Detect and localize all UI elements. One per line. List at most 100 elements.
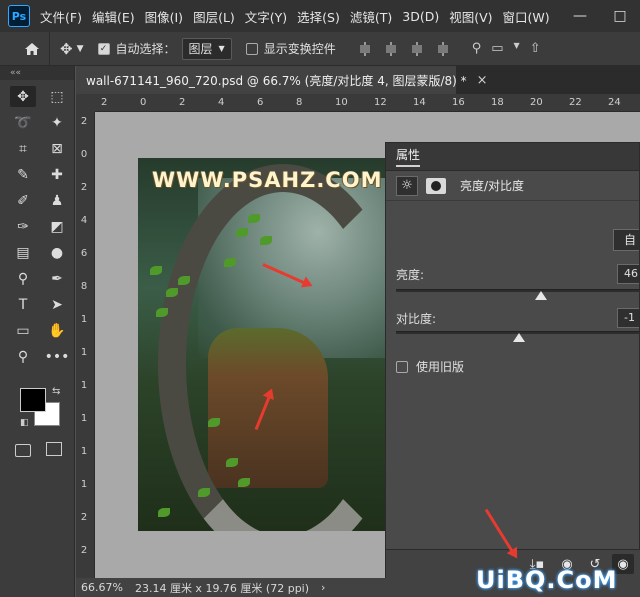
stone-arch bbox=[158, 164, 385, 531]
menu-edit[interactable]: 编辑(E) bbox=[92, 7, 135, 26]
menu-layer[interactable]: 图层(L) bbox=[193, 7, 235, 26]
document-tab[interactable]: wall-671141_960_720.psd @ 66.7% (亮度/对比度 … bbox=[76, 66, 488, 94]
screen-mode-icon[interactable] bbox=[46, 442, 62, 456]
search-icon[interactable]: ⚲ bbox=[472, 41, 482, 56]
auto-select-checkbox[interactable]: ✓ bbox=[97, 42, 110, 55]
ruler-tick-label: 24 bbox=[608, 97, 621, 108]
brightness-value-field[interactable]: 46 bbox=[617, 264, 639, 284]
properties-header: 属性 bbox=[386, 143, 639, 171]
ruler-tick-label: 1 bbox=[80, 413, 88, 424]
menu-image[interactable]: 图像(I) bbox=[145, 7, 183, 26]
adjustment-header: ☼ 亮度/对比度 bbox=[386, 171, 639, 201]
ruler-tick-label: 1 bbox=[80, 446, 88, 457]
photoshop-logo: Ps bbox=[8, 5, 30, 27]
show-transform-label: 显示变换控件 bbox=[263, 42, 336, 56]
menu-type[interactable]: 文字(Y) bbox=[245, 7, 287, 26]
align-left-icon[interactable] bbox=[358, 41, 372, 56]
menu-filter[interactable]: 滤镜(T) bbox=[350, 7, 392, 26]
show-transform-checkbox[interactable] bbox=[245, 42, 258, 55]
status-menu-arrow[interactable]: › bbox=[321, 581, 325, 594]
align-center-icon[interactable] bbox=[384, 41, 398, 56]
gradient-tool[interactable]: ▤ bbox=[10, 242, 36, 263]
properties-tab[interactable]: 属性 bbox=[396, 146, 421, 167]
marquee-tool[interactable]: ⬚ bbox=[44, 86, 70, 107]
use-legacy-checkbox[interactable] bbox=[396, 360, 408, 373]
lasso-tool[interactable]: ➰ bbox=[10, 112, 36, 133]
menu-window[interactable]: 窗口(W) bbox=[503, 7, 550, 26]
site-watermark: WWW.PSAHZ.COM bbox=[152, 168, 383, 192]
menu-select[interactable]: 选择(S) bbox=[297, 7, 340, 26]
workspace-icon[interactable]: ▭ bbox=[491, 41, 503, 56]
shape-tool[interactable]: ▭ bbox=[10, 320, 36, 341]
vine-leaf bbox=[260, 236, 272, 245]
vine-leaf bbox=[236, 228, 248, 237]
ruler-tick-label: 16 bbox=[452, 97, 465, 108]
menu-view[interactable]: 视图(V) bbox=[449, 7, 492, 26]
ruler-tick-label: 8 bbox=[296, 97, 303, 108]
brightness-slider-thumb[interactable] bbox=[534, 291, 547, 300]
move-tool-preset[interactable]: ✥ ▼ bbox=[60, 40, 84, 58]
ruler-tick-label: 22 bbox=[569, 97, 582, 108]
vine-leaf bbox=[226, 458, 238, 467]
ruler-tick-label: 10 bbox=[335, 97, 348, 108]
layer-mask-icon[interactable] bbox=[426, 177, 446, 194]
options-bar: ✥ ▼ ✓ 自动选择： 图层 ▼ 显示变换控件 ⚲ ▭ ▼ ⇧ bbox=[0, 31, 640, 66]
minimize-button[interactable]: — bbox=[560, 0, 600, 32]
brightness-adjustment-icon[interactable]: ☼ bbox=[396, 175, 418, 196]
pen-tool[interactable]: ✒ bbox=[44, 268, 70, 289]
zoom-level[interactable]: 66.67% bbox=[81, 581, 123, 594]
maximize-button[interactable]: □ bbox=[600, 0, 640, 32]
collapse-toolbar-button[interactable]: «« bbox=[0, 66, 74, 80]
vine-leaf bbox=[158, 508, 170, 517]
close-tab-icon[interactable]: × bbox=[477, 73, 488, 88]
home-button[interactable] bbox=[14, 31, 50, 66]
history-brush-tool[interactable]: ✑ bbox=[10, 216, 36, 237]
frame-tool[interactable]: ⊠ bbox=[44, 138, 70, 159]
ruler-tick-label: 2 bbox=[80, 545, 88, 556]
magic-wand-tool[interactable]: ✦ bbox=[44, 112, 70, 133]
quick-mask-icon[interactable] bbox=[15, 444, 31, 457]
stamp-tool[interactable]: ♟ bbox=[44, 190, 70, 211]
foreground-color-swatch[interactable] bbox=[20, 388, 46, 412]
ruler-tick-label: 14 bbox=[413, 97, 426, 108]
default-colors-icon[interactable]: ◧ bbox=[20, 418, 29, 428]
brand-watermark: UiBQ.CoM bbox=[476, 566, 618, 594]
align-right-icon[interactable] bbox=[410, 41, 424, 56]
document-tab-bar: wall-671141_960_720.psd @ 66.7% (亮度/对比度 … bbox=[76, 66, 640, 94]
move-tool[interactable]: ✥ bbox=[10, 86, 36, 107]
crop-tool[interactable]: ⌗ bbox=[10, 138, 36, 159]
eyedropper-tool[interactable]: ✎ bbox=[10, 164, 36, 185]
more-tools[interactable]: ••• bbox=[44, 346, 70, 367]
blur-tool[interactable]: ● bbox=[44, 242, 70, 263]
share-icon[interactable]: ⇧ bbox=[530, 41, 541, 56]
menu-3d[interactable]: 3D(D) bbox=[402, 9, 439, 24]
contrast-slider-thumb[interactable] bbox=[512, 333, 525, 342]
contrast-value-field[interactable]: -1 bbox=[617, 308, 639, 328]
swap-colors-icon[interactable]: ⇆ bbox=[52, 386, 60, 397]
vertical-ruler: 2 0 2 4 6 8 1 1 1 1 1 1 2 2 bbox=[76, 112, 95, 578]
healing-tool[interactable]: ✚ bbox=[44, 164, 70, 185]
auto-button[interactable]: 自动 bbox=[613, 229, 639, 251]
vine-leaf bbox=[166, 288, 178, 297]
color-swatches: ⇆ ◧ bbox=[20, 386, 66, 430]
distribute-icon[interactable] bbox=[436, 41, 450, 56]
annotation-arrow bbox=[484, 508, 515, 555]
ruler-tick-label: 1 bbox=[80, 314, 88, 325]
document-size: 23.14 厘米 x 19.76 厘米 (72 ppi) bbox=[134, 581, 310, 595]
chevron-down-icon[interactable]: ▼ bbox=[514, 41, 520, 56]
path-select-tool[interactable]: ➤ bbox=[44, 294, 70, 315]
eraser-tool[interactable]: ◩ bbox=[44, 216, 70, 237]
hand-tool[interactable]: ✋ bbox=[44, 320, 70, 341]
window-controls: — □ bbox=[560, 0, 640, 32]
zoom-tool[interactable]: ⚲ bbox=[10, 346, 36, 367]
horizontal-ruler: 2 0 2 4 6 8 10 12 14 16 18 20 22 24 bbox=[95, 94, 640, 112]
auto-select-target-dropdown[interactable]: 图层 ▼ bbox=[181, 37, 232, 60]
dodge-tool[interactable]: ⚲ bbox=[10, 268, 36, 289]
document-image[interactable]: WWW.PSAHZ.COM bbox=[138, 158, 385, 531]
ruler-tick-label: 4 bbox=[80, 215, 88, 226]
brightness-slider-track[interactable] bbox=[396, 289, 640, 292]
type-tool[interactable]: T bbox=[10, 294, 36, 315]
ruler-tick-label: 1 bbox=[80, 347, 88, 358]
menu-file[interactable]: 文件(F) bbox=[40, 7, 82, 26]
brush-tool[interactable]: ✐ bbox=[10, 190, 36, 211]
